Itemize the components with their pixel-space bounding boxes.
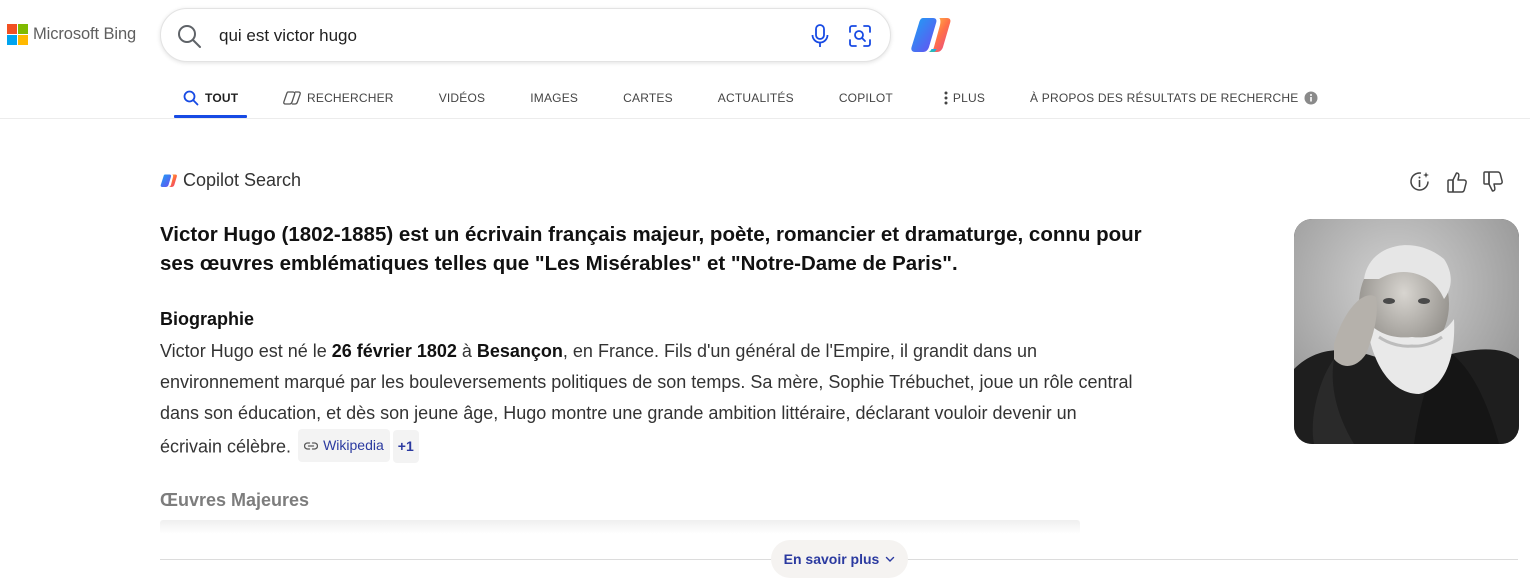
tab-actualites[interactable]: ACTUALITÉS [718, 78, 794, 118]
thumbs-up-icon[interactable] [1446, 170, 1468, 194]
search-icon[interactable] [176, 23, 202, 49]
tab-label: IMAGES [530, 91, 579, 105]
search-icon [183, 90, 199, 106]
ai-info-icon[interactable] [1408, 170, 1432, 194]
bing-logo[interactable]: Microsoft Bing [7, 24, 136, 45]
tab-label: PLUS [952, 91, 986, 105]
tab-plus[interactable]: PLUS [943, 78, 985, 118]
about-results-link[interactable]: À PROPOS DES RÉSULTATS DE RECHERCHE [1030, 78, 1318, 118]
thumbs-down-icon[interactable] [1482, 170, 1504, 194]
tab-label: VIDÉOS [438, 91, 486, 105]
biography-paragraph: Victor Hugo est né le 26 février 1802 à … [160, 336, 1140, 463]
logo-text: Microsoft Bing [33, 25, 137, 43]
copilot-search-icon [283, 91, 301, 105]
tab-cartes[interactable]: CARTES [623, 78, 673, 118]
header-divider [0, 118, 1530, 119]
tab-label: ACTUALITÉS [717, 91, 794, 105]
answer-summary: Victor Hugo (1802-1885) est un écrivain … [160, 223, 1142, 275]
copilot-search-label: Copilot Search [183, 170, 302, 190]
tab-videos[interactable]: VIDÉOS [439, 78, 486, 118]
biography-heading: Biographie [160, 309, 255, 329]
citation-label: Wikipedia [323, 437, 384, 453]
info-icon [1304, 91, 1318, 105]
search-box[interactable] [160, 8, 891, 62]
more-vertical-icon [944, 91, 948, 105]
link-icon [304, 441, 319, 450]
tab-label: À PROPOS DES RÉSULTATS DE RECHERCHE [1030, 91, 1299, 105]
microphone-icon[interactable] [809, 23, 831, 49]
works-heading: Œuvres Majeures [160, 490, 310, 510]
tab-tout[interactable]: TOUT [174, 78, 247, 118]
learn-more-label: En savoir plus [783, 551, 880, 567]
tab-label: COPILOT [838, 91, 893, 105]
copilot-logo-icon[interactable] [909, 15, 953, 55]
tab-images[interactable]: IMAGES [530, 78, 578, 118]
citation-more[interactable]: +1 [392, 429, 419, 463]
copilot-logo-icon [160, 174, 177, 187]
search-tabs: TOUT RECHERCHER VIDÉOS IMAGES CARTES ACT… [174, 78, 1318, 118]
feedback-controls [1408, 170, 1504, 194]
search-input[interactable] [219, 21, 779, 51]
victor-hugo-portrait[interactable] [1294, 219, 1519, 444]
tab-rechercher[interactable]: RECHERCHER [283, 78, 394, 118]
learn-more-button[interactable]: En savoir plus [771, 540, 908, 578]
copilot-search-heading: Copilot Search [160, 170, 301, 191]
visual-search-icon[interactable] [847, 23, 873, 49]
faded-content [160, 520, 1080, 534]
tab-label: CARTES [623, 91, 673, 105]
chevron-down-icon [886, 556, 895, 562]
microsoft-logo-icon [7, 24, 28, 45]
tab-label: TOUT [205, 91, 239, 105]
citation-wikipedia[interactable]: Wikipedia [298, 429, 390, 462]
tab-label: RECHERCHER [307, 91, 394, 105]
tab-copilot[interactable]: COPILOT [839, 78, 893, 118]
